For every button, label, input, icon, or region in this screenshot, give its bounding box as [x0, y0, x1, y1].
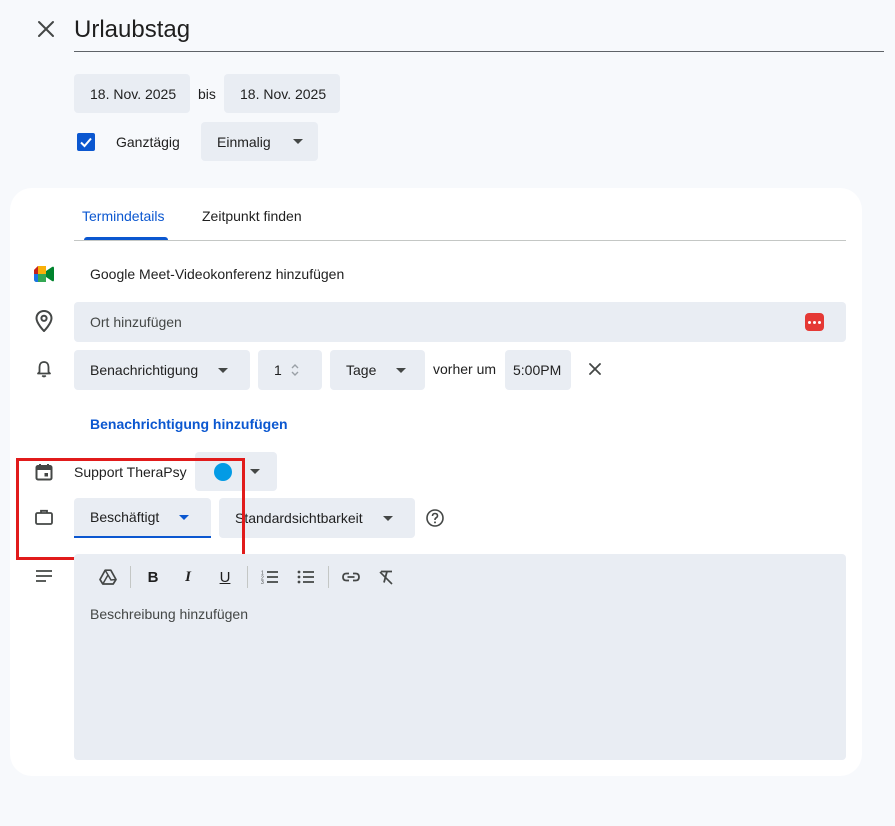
bold-icon[interactable]: B [141, 565, 165, 589]
start-date-label: 18. Nov. 2025 [90, 85, 177, 102]
bell-icon [32, 357, 56, 381]
tab-find-time[interactable]: Zeitpunkt finden [202, 208, 302, 224]
chevron-down-icon [382, 515, 393, 521]
notification-time-value: 5:00PM [513, 362, 562, 378]
end-date-button[interactable]: 18. Nov. 2025 [224, 74, 340, 113]
notification-unit-value: Tage [346, 362, 377, 378]
numbered-list-icon[interactable]: 123 [258, 565, 282, 589]
repeat-value: Einmalig [217, 133, 271, 150]
visibility-value: Standardsichtbarkeit [235, 510, 363, 526]
more-options-icon[interactable] [805, 313, 824, 331]
date-separator: bis [198, 86, 216, 102]
notification-time-select[interactable]: 5:00PM [505, 350, 571, 390]
highlight-box [16, 458, 245, 560]
notification-unit-select[interactable]: Tage [330, 350, 425, 390]
italic-icon[interactable]: I [176, 565, 200, 589]
all-day-label: Ganztägig [116, 134, 180, 150]
notes-icon [32, 564, 56, 588]
add-meet-button[interactable]: Google Meet-Videokonferenz hinzufügen [90, 266, 344, 282]
chevron-down-icon [292, 139, 303, 144]
tab-event-details[interactable]: Termindetails [82, 208, 164, 224]
repeat-select[interactable]: Einmalig [201, 122, 318, 161]
title-field[interactable] [74, 8, 884, 52]
title-input[interactable] [74, 8, 884, 50]
underline-icon[interactable]: U [213, 565, 237, 589]
notification-amount-value: 1 [274, 362, 282, 378]
link-icon[interactable] [339, 565, 363, 589]
help-icon[interactable] [423, 506, 447, 530]
add-notification-link[interactable]: Benachrichtigung hinzufügen [90, 416, 288, 432]
notification-type-select[interactable]: Benachrichtigung [74, 350, 250, 390]
location-input[interactable] [90, 302, 790, 342]
chevron-down-icon [396, 367, 407, 373]
meet-icon [32, 262, 56, 286]
notification-type-value: Benachrichtigung [90, 362, 199, 378]
location-field[interactable] [74, 302, 846, 342]
tab-divider [74, 240, 846, 241]
clear-formatting-icon[interactable] [374, 565, 398, 589]
close-icon[interactable] [583, 357, 607, 381]
chevron-down-icon [218, 367, 229, 373]
drive-icon[interactable] [96, 565, 120, 589]
description-placeholder: Beschreibung hinzufügen [90, 606, 249, 622]
stepper-arrows-icon[interactable] [290, 362, 300, 378]
start-date-button[interactable]: 18. Nov. 2025 [74, 74, 190, 113]
end-date-label: 18. Nov. 2025 [240, 85, 327, 102]
checkmark-icon [80, 137, 92, 148]
notification-amount-stepper[interactable]: 1 [258, 350, 322, 390]
visibility-select[interactable]: Standardsichtbarkeit [219, 498, 415, 538]
all-day-checkbox[interactable] [77, 133, 95, 151]
svg-text:3: 3 [261, 580, 264, 584]
close-icon[interactable] [30, 13, 62, 45]
chevron-down-icon [250, 469, 260, 474]
location-pin-icon [32, 309, 56, 333]
before-label: vorher um [433, 361, 497, 377]
bulleted-list-icon[interactable] [294, 565, 318, 589]
